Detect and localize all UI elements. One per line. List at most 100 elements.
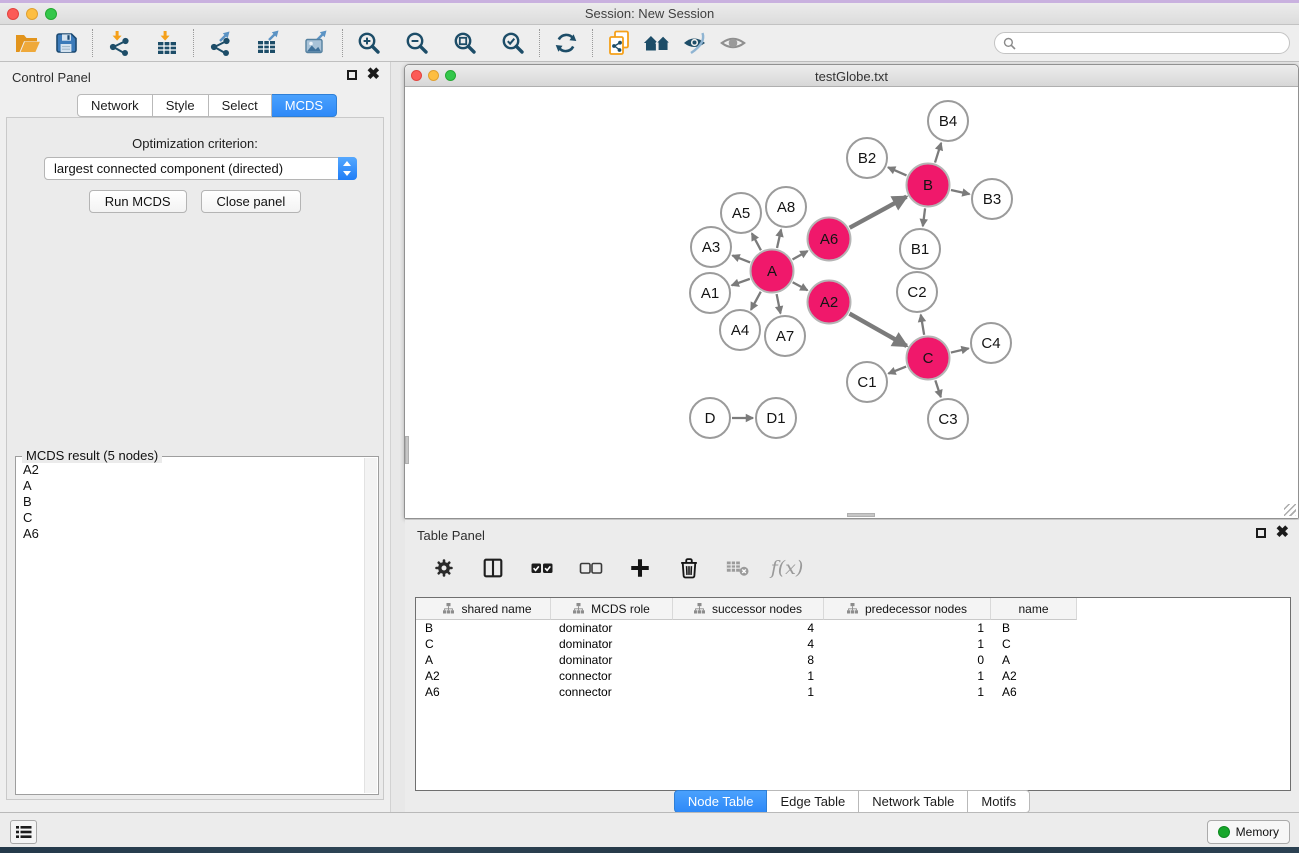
network-window-titlebar[interactable]: testGlobe.txt xyxy=(405,65,1298,87)
zoom-in-icon[interactable] xyxy=(355,29,383,57)
zoom-out-icon[interactable] xyxy=(403,29,431,57)
graph-edge-A-A7[interactable] xyxy=(777,294,781,313)
tab-select[interactable]: Select xyxy=(209,94,272,117)
import-table-icon[interactable] xyxy=(153,29,181,57)
result-item[interactable]: B xyxy=(23,494,364,510)
graph-node-label-B: B xyxy=(923,177,933,194)
table-settings-gear-icon[interactable] xyxy=(431,555,457,581)
function-builder-icon[interactable]: f(x) xyxy=(774,555,800,581)
graph-edge-C-C4[interactable] xyxy=(951,348,969,352)
graph-edge-B-B2[interactable] xyxy=(888,167,906,175)
tab-motifs[interactable]: Motifs xyxy=(968,790,1030,813)
graph-edge-C-C3[interactable] xyxy=(935,380,941,397)
table-row[interactable]: A6 connector 1 1 A6 xyxy=(416,684,1290,700)
unselect-all-columns-icon[interactable] xyxy=(578,555,604,581)
desktop-edge-bottom xyxy=(0,847,1299,853)
show-columns-icon[interactable] xyxy=(480,555,506,581)
graph-edge-A-A4[interactable] xyxy=(751,292,761,310)
graph-edge-A6-B[interactable] xyxy=(850,197,907,228)
open-file-icon[interactable] xyxy=(14,29,42,57)
mcds-tab-content: Optimization criterion: largest connecte… xyxy=(6,117,384,800)
graph-edge-A-A8[interactable] xyxy=(777,229,781,248)
graph-node-label-C1: C1 xyxy=(857,374,876,391)
export-table-icon[interactable] xyxy=(254,29,282,57)
float-panel-icon[interactable] xyxy=(347,70,357,80)
shared-column-icon xyxy=(847,603,858,614)
graph-edge-C-C1[interactable] xyxy=(888,367,906,374)
table-row[interactable]: C dominator 4 1 C xyxy=(416,636,1290,652)
tab-network-table[interactable]: Network Table xyxy=(859,790,968,813)
result-item[interactable]: A xyxy=(23,478,364,494)
graph-node-label-B2: B2 xyxy=(858,150,876,167)
selected-criterion: largest connected component (directed) xyxy=(45,161,338,176)
graph-edge-A2-C[interactable] xyxy=(849,314,906,346)
tab-style[interactable]: Style xyxy=(153,94,209,117)
result-scrollbar[interactable] xyxy=(364,458,377,793)
column-header-predecessor-nodes[interactable]: predecessor nodes xyxy=(824,598,991,620)
graph-edge-B-B3[interactable] xyxy=(951,190,970,194)
column-header-successor-nodes[interactable]: successor nodes xyxy=(673,598,824,620)
add-column-icon[interactable] xyxy=(627,555,653,581)
result-item[interactable]: A6 xyxy=(23,526,364,542)
tab-edge-table[interactable]: Edge Table xyxy=(767,790,859,813)
zoom-fit-icon[interactable] xyxy=(451,29,479,57)
column-header-name[interactable]: name xyxy=(991,598,1077,620)
graph-edge-A-A5[interactable] xyxy=(752,233,761,250)
result-item[interactable]: A2 xyxy=(23,462,364,478)
fx-label: f(x) xyxy=(771,557,804,579)
graph-edge-A-A2[interactable] xyxy=(793,282,808,290)
search-input[interactable] xyxy=(1021,34,1289,52)
tab-mcds[interactable]: MCDS xyxy=(272,94,337,117)
close-panel-icon[interactable]: ✖ xyxy=(367,70,380,80)
home-icon[interactable] xyxy=(643,29,671,57)
task-history-button[interactable] xyxy=(10,820,37,844)
clone-network-icon[interactable] xyxy=(605,29,633,57)
network-vertical-scrollbar[interactable] xyxy=(405,436,409,464)
zoom-selected-icon[interactable] xyxy=(499,29,527,57)
memory-button[interactable]: Memory xyxy=(1207,820,1290,844)
import-network-icon[interactable] xyxy=(105,29,133,57)
delete-column-trash-icon[interactable] xyxy=(676,555,702,581)
optimization-criterion-select[interactable]: largest connected component (directed) xyxy=(44,157,357,180)
window-resize-grip[interactable] xyxy=(1284,504,1296,516)
table-panel-title: Table Panel xyxy=(417,528,485,543)
graph-edge-A-A6[interactable] xyxy=(792,251,807,260)
result-item[interactable]: C xyxy=(23,510,364,526)
table-row[interactable]: B dominator 4 1 B xyxy=(416,620,1290,636)
delete-table-icon[interactable] xyxy=(725,555,751,581)
show-hide-panels-icon[interactable] xyxy=(681,29,709,57)
export-image-icon[interactable] xyxy=(302,29,330,57)
tab-node-table[interactable]: Node Table xyxy=(674,790,768,813)
table-header-row: shared name MCDS role successor nodes pr… xyxy=(416,598,1290,620)
toolbar-separator xyxy=(592,29,593,57)
mcds-result-list: A2 A B C A6 xyxy=(17,458,364,793)
table-row[interactable]: A dominator 8 0 A xyxy=(416,652,1290,668)
preview-eye-icon[interactable] xyxy=(719,29,747,57)
search-box xyxy=(994,32,1290,54)
network-horizontal-scrollbar[interactable] xyxy=(847,513,875,517)
export-network-icon[interactable] xyxy=(206,29,234,57)
close-panel-button[interactable]: Close panel xyxy=(201,190,302,213)
control-panel-tabs: Network Style Select MCDS xyxy=(77,94,337,117)
graph-edge-A-A3[interactable] xyxy=(732,255,750,262)
graph-edge-C-C2[interactable] xyxy=(921,315,924,335)
graph-node-label-B3: B3 xyxy=(983,191,1001,208)
run-mcds-button[interactable]: Run MCDS xyxy=(89,190,187,213)
graph-edge-A-A1[interactable] xyxy=(732,279,750,285)
graph-node-label-C3: C3 xyxy=(938,411,957,428)
graph-node-label-B4: B4 xyxy=(939,113,957,130)
table-type-tabs: Node Table Edge Table Network Table Moti… xyxy=(405,790,1299,813)
tab-network[interactable]: Network xyxy=(77,94,153,117)
close-panel-icon[interactable]: ✖ xyxy=(1276,528,1289,538)
control-panel: Control Panel ✖ Network Style Select MCD… xyxy=(0,62,391,812)
select-all-columns-icon[interactable] xyxy=(529,555,555,581)
column-header-mcds-role[interactable]: MCDS role xyxy=(551,598,673,620)
table-row[interactable]: A2 connector 1 1 A2 xyxy=(416,668,1290,684)
graph-edge-B-B1[interactable] xyxy=(923,208,925,226)
graph-edge-B-B4[interactable] xyxy=(935,143,941,163)
float-panel-icon[interactable] xyxy=(1256,528,1266,538)
save-session-icon[interactable] xyxy=(52,29,80,57)
network-canvas[interactable]: B4B2BB3A5A8A6B1A3AC2A1A2A4A7C4CC1C3DD1 xyxy=(405,88,1298,518)
column-header-shared-name[interactable]: shared name xyxy=(416,598,551,620)
refresh-icon[interactable] xyxy=(552,29,580,57)
